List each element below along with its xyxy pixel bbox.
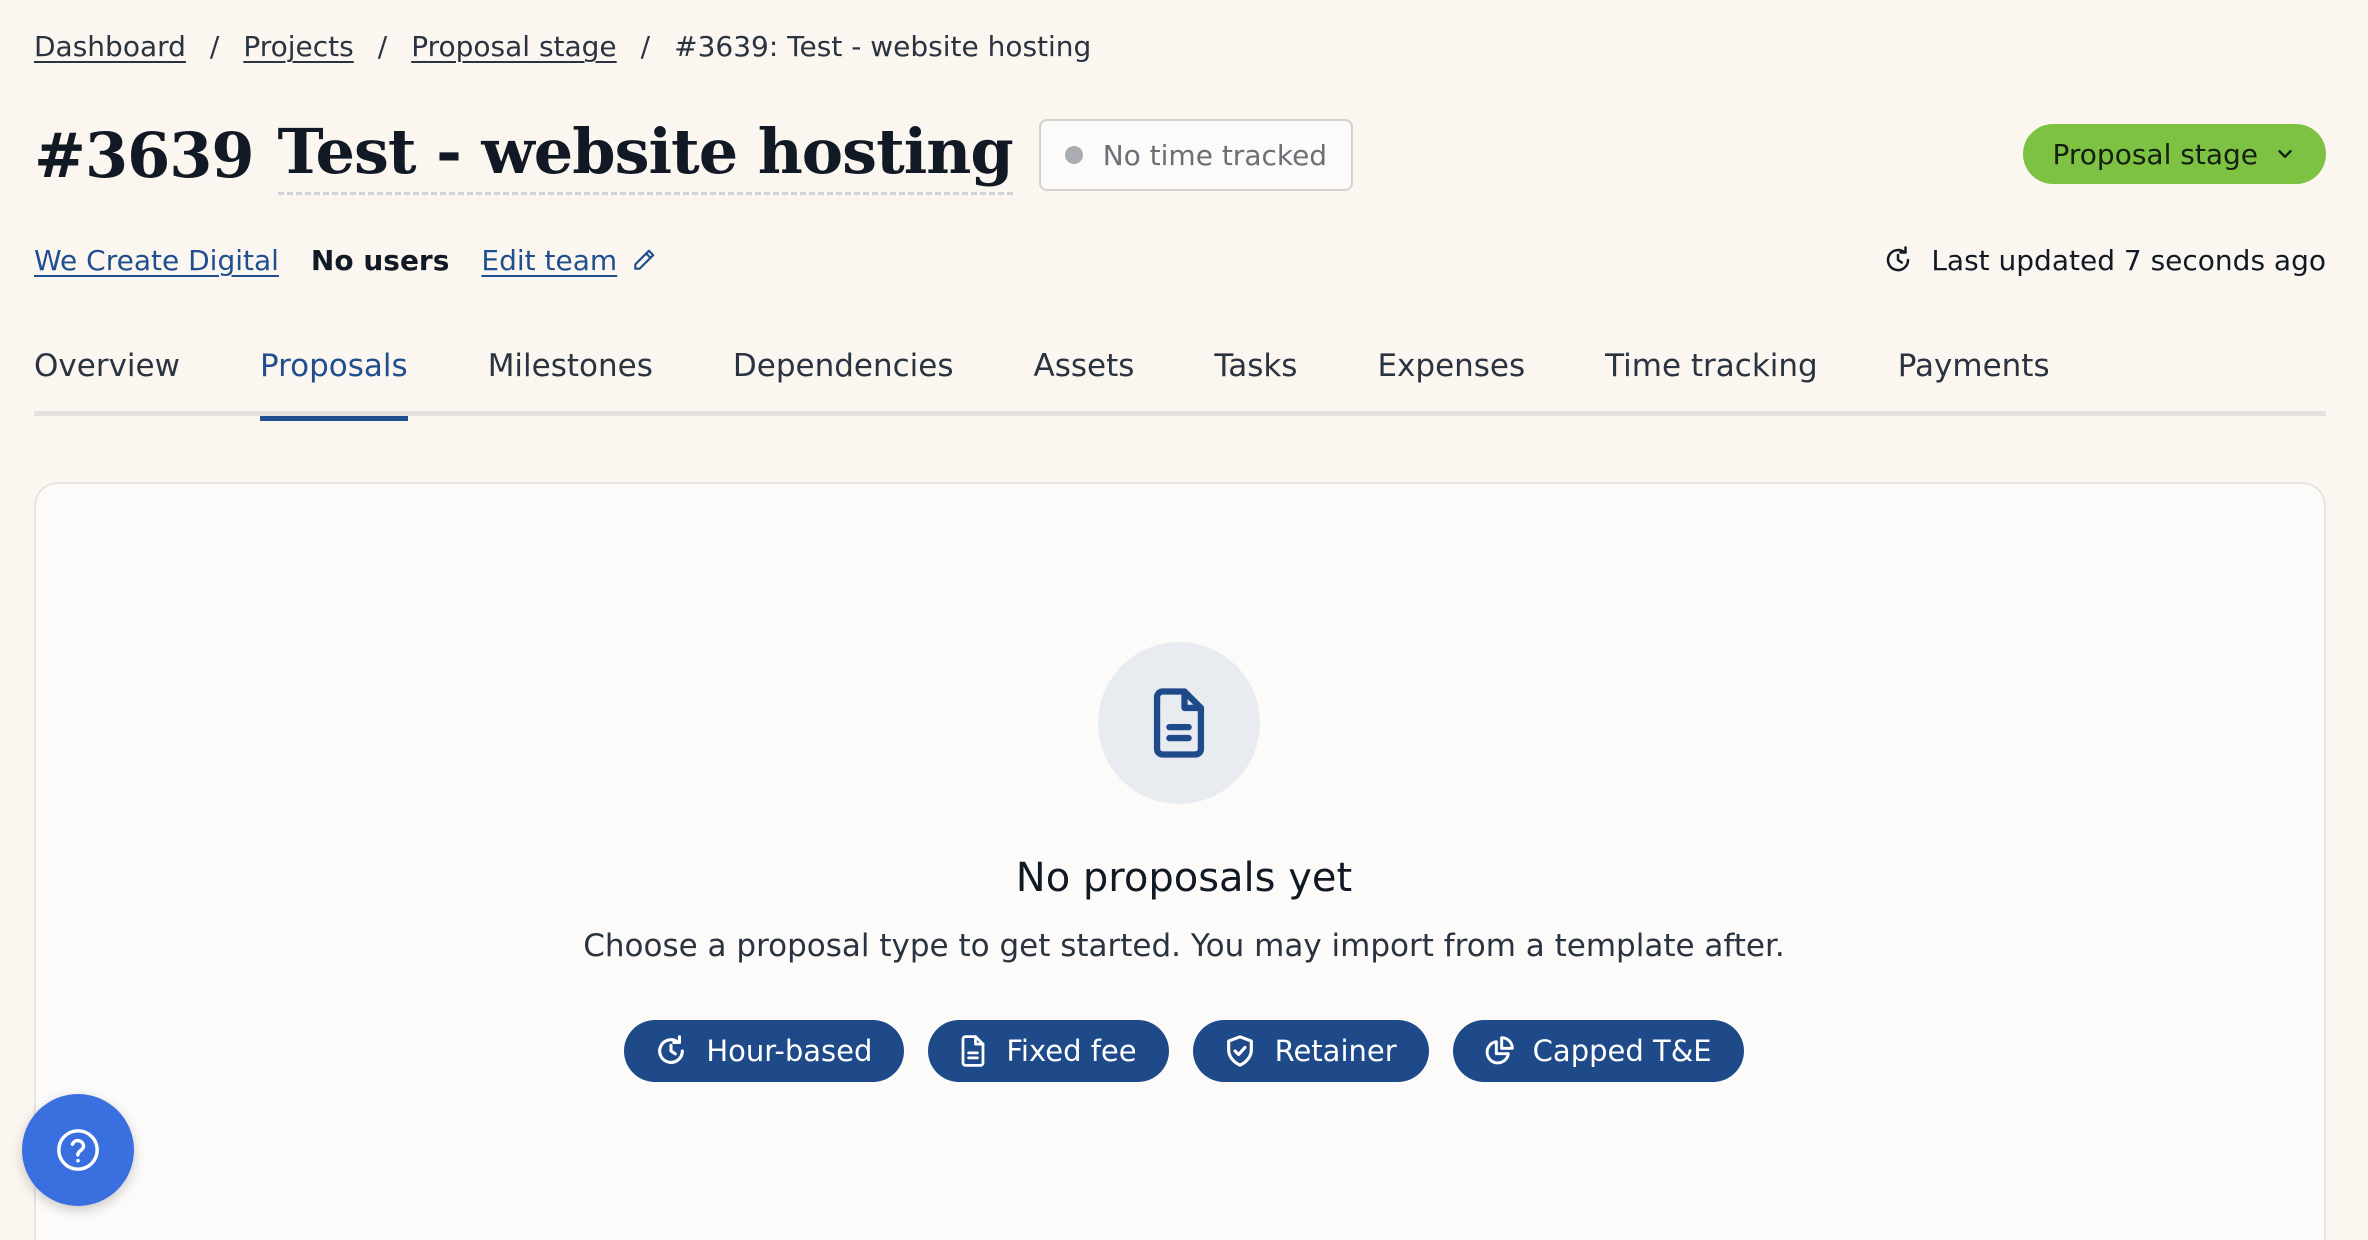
capped-te-label: Capped T&E [1532,1034,1712,1068]
last-updated-text: Last updated 7 seconds ago [1931,243,2326,277]
stage-dropdown-button[interactable]: Proposal stage [2022,124,2326,184]
empty-state-icon-circle [1098,642,1260,804]
breadcrumb: Dashboard / Projects / Proposal stage / … [34,30,1091,63]
document-icon [961,1035,985,1067]
tab-expenses[interactable]: Expenses [1377,338,1525,416]
hour-based-button[interactable]: Hour-based [624,1020,905,1082]
clock-icon [658,1035,685,1064]
pencil-icon [634,249,655,270]
stage-label: Proposal stage [2052,137,2258,171]
edit-team-button[interactable]: Edit team [481,244,657,277]
help-button[interactable] [22,1094,134,1206]
retainer-label: Retainer [1274,1034,1397,1068]
pie-chart-icon [1485,1036,1514,1065]
empty-state-subtitle: Choose a proposal type to get started. Y… [583,928,1785,964]
breadcrumb-projects[interactable]: Projects [243,30,353,63]
edit-team-label: Edit team [481,243,618,277]
breadcrumb-proposal-stage[interactable]: Proposal stage [411,30,616,63]
project-tabs: Overview Proposals Milestones Dependenci… [34,338,2326,421]
fixed-fee-button[interactable]: Fixed fee [928,1020,1169,1082]
document-icon [1153,688,1205,758]
page-title-row: #3639 Test - website hosting No time tra… [34,112,1354,198]
tab-payments[interactable]: Payments [1898,338,2050,416]
time-tracked-badge[interactable]: No time tracked [1038,119,1354,191]
empty-state-title: No proposals yet [1015,855,1353,901]
proposal-type-buttons: Hour-based Fixed fee Retainer Capped T&E [0,1020,2368,1082]
tab-milestones[interactable]: Milestones [488,338,653,416]
tab-assets[interactable]: Assets [1034,338,1135,416]
tab-proposals[interactable]: Proposals [259,338,408,421]
tab-time-tracking[interactable]: Time tracking [1605,338,1818,416]
tab-tasks[interactable]: Tasks [1214,338,1297,416]
users-label: No users [310,243,450,277]
shield-icon [1226,1035,1253,1067]
project-meta: We Create Digital No users Edit team [34,240,657,280]
fixed-fee-label: Fixed fee [1006,1034,1137,1068]
capped-te-button[interactable]: Capped T&E [1452,1020,1744,1082]
last-updated: Last updated 7 seconds ago [1883,240,2326,280]
time-tracked-label: No time tracked [1102,138,1328,172]
project-title[interactable]: Test - website hosting [277,115,1014,195]
help-circle-icon [57,1129,99,1171]
breadcrumb-separator: / [640,30,651,63]
tab-dependencies[interactable]: Dependencies [733,338,954,416]
tab-overview[interactable]: Overview [34,338,180,416]
breadcrumb-separator: / [377,30,388,63]
history-clock-icon [1887,246,1910,272]
breadcrumb-current: #3639: Test - website hosting [674,30,1092,63]
project-number: #3639 [34,118,255,192]
breadcrumb-separator: / [209,30,220,63]
retainer-button[interactable]: Retainer [1192,1020,1429,1082]
chevron-down-icon [2278,150,2292,158]
client-link[interactable]: We Create Digital [34,244,279,277]
hour-based-label: Hour-based [706,1034,873,1068]
breadcrumb-dashboard[interactable]: Dashboard [34,30,186,63]
status-dot-icon [1064,146,1083,164]
